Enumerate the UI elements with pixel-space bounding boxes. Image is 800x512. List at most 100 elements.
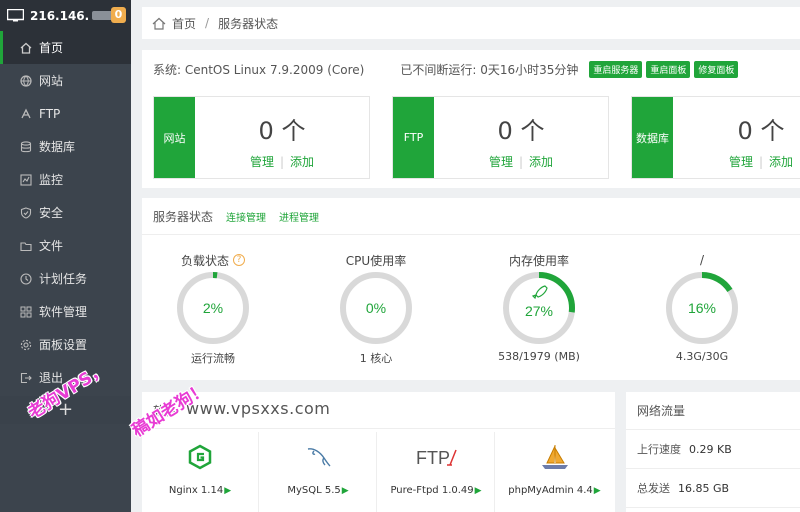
globe-icon bbox=[20, 74, 32, 87]
folder-icon bbox=[20, 241, 32, 251]
breadcrumb-current: 服务器状态 bbox=[218, 16, 279, 31]
gauge-value: 2% bbox=[203, 300, 223, 316]
server-header: 216.146. 0 bbox=[0, 0, 131, 31]
software-item-phpmyadmin[interactable]: phpMyAdmin 4.4▶ bbox=[496, 432, 613, 512]
gauge-ring: 2% bbox=[177, 272, 249, 344]
sidebar-item-settings[interactable]: 面板设置 bbox=[0, 328, 131, 361]
network-title: 网络流量 bbox=[626, 392, 800, 430]
sidebar-item-software[interactable]: 软件管理 bbox=[0, 295, 131, 328]
card-tag: 数据库 bbox=[632, 97, 673, 178]
gauge-title: / bbox=[699, 253, 705, 267]
notification-badge[interactable]: 0 bbox=[111, 7, 126, 23]
rocket-icon bbox=[531, 285, 548, 300]
gauge-bottom: 538/1979 (MB) bbox=[498, 350, 580, 363]
svg-text:FTP: FTP bbox=[416, 448, 450, 468]
divider: | bbox=[758, 155, 764, 169]
gauge-bottom: 4.3G/30G bbox=[675, 350, 729, 363]
add-shortcut-button[interactable]: + bbox=[0, 396, 131, 424]
gauge-value: 27% bbox=[525, 303, 553, 319]
sidebar-item-cron[interactable]: 计划任务 bbox=[0, 262, 131, 295]
divider bbox=[142, 428, 615, 429]
card-count: 0 个 bbox=[497, 117, 545, 145]
row-value: 16.85 GB bbox=[678, 481, 730, 495]
software-item-pureftpd[interactable]: FTP Pure-Ftpd 1.0.49▶ bbox=[378, 432, 495, 512]
sidebar-item-label: 退出 bbox=[39, 371, 64, 385]
grid-icon bbox=[20, 306, 32, 317]
sidebar-item-label: 文件 bbox=[39, 239, 64, 253]
play-icon: ▶ bbox=[224, 486, 232, 496]
website-card: 网站 0 个 管理 | 添加 bbox=[153, 96, 370, 179]
manage-link[interactable]: 管理 bbox=[729, 155, 753, 169]
nginx-icon bbox=[142, 432, 258, 482]
monitor-screen-icon bbox=[7, 9, 24, 22]
manage-link[interactable]: 管理 bbox=[250, 155, 274, 169]
network-panel: 网络流量 上行速度 0.29 KB 总发送 16.85 GB bbox=[626, 392, 800, 512]
memory-gauge[interactable]: 内存使用率 27% 538/1979 (MB) bbox=[474, 251, 604, 364]
clock-icon bbox=[20, 272, 32, 285]
restart-panel-button[interactable]: 重启面板 bbox=[646, 61, 691, 78]
connection-manage-link[interactable]: 连接管理 bbox=[226, 209, 266, 224]
play-icon: ▶ bbox=[474, 486, 482, 496]
shield-icon bbox=[20, 206, 32, 219]
add-link[interactable]: 添加 bbox=[529, 155, 553, 169]
ftp-logo-icon: FTP bbox=[378, 432, 494, 482]
sidebar-nav: 首页 网站 FTP 数据库 监控 安全 文件 计划任务 软件管理 面板设置 退出 bbox=[0, 31, 131, 394]
sidebar-item-label: 安全 bbox=[39, 206, 64, 220]
gauge-ring: 16% bbox=[666, 272, 738, 344]
row-label: 总发送 bbox=[637, 482, 670, 495]
card-tag: FTP bbox=[393, 97, 434, 178]
sidebar-item-home[interactable]: 首页 bbox=[0, 31, 131, 64]
home-icon bbox=[20, 42, 32, 54]
breadcrumb-separator: / bbox=[205, 16, 210, 30]
card-actions: 管理 | 添加 bbox=[434, 153, 608, 170]
sidebar-item-website[interactable]: 网站 bbox=[0, 64, 131, 97]
sidebar-item-logout[interactable]: 退出 bbox=[0, 361, 131, 394]
help-icon[interactable]: ? bbox=[233, 254, 245, 266]
add-link[interactable]: 添加 bbox=[290, 155, 314, 169]
load-gauge[interactable]: 负载状态? 2% 运行流畅 bbox=[148, 251, 278, 366]
software-name: Nginx 1.14▶ bbox=[142, 485, 258, 496]
add-link[interactable]: 添加 bbox=[769, 155, 793, 169]
gauge-title-text: 负载状态 bbox=[180, 253, 229, 268]
status-title: 服务器状态 bbox=[153, 209, 214, 224]
divider: | bbox=[279, 155, 285, 169]
gauge-bottom: 运行流畅 bbox=[191, 352, 235, 365]
upload-speed-row: 上行速度 0.29 KB bbox=[626, 430, 800, 469]
gauge-value: 16% bbox=[688, 300, 716, 316]
total-sent-row: 总发送 16.85 GB bbox=[626, 469, 800, 508]
software-name-text: Nginx 1.14 bbox=[168, 485, 224, 496]
sidebar-item-label: 监控 bbox=[39, 173, 64, 187]
repair-panel-button[interactable]: 修复面板 bbox=[694, 61, 739, 78]
breadcrumb-home[interactable]: 首页 bbox=[172, 15, 196, 32]
sidebar-item-security[interactable]: 安全 bbox=[0, 196, 131, 229]
disk-gauge[interactable]: / 16% 4.3G/30G bbox=[637, 251, 767, 363]
restart-server-button[interactable]: 重启服务器 bbox=[589, 61, 643, 78]
status-header: 服务器状态 连接管理 进程管理 bbox=[142, 198, 800, 235]
sidebar-item-label: 首页 bbox=[39, 41, 64, 55]
sidebar-item-ftp[interactable]: FTP bbox=[0, 97, 131, 130]
software-title: 软件 bbox=[153, 404, 178, 418]
card-actions: 管理 | 添加 bbox=[195, 153, 369, 170]
ftp-icon bbox=[21, 108, 31, 118]
database-card: 数据库 0 个 管理 | 添加 bbox=[631, 96, 800, 179]
software-item-mysql[interactable]: MySQL 5.5▶ bbox=[260, 432, 377, 512]
cpu-gauge[interactable]: CPU使用率 0% 1 核心 bbox=[311, 251, 441, 366]
breadcrumb: 首页 / 服务器状态 bbox=[142, 7, 800, 39]
watermark-url: www.vpsxxs.com bbox=[186, 399, 331, 418]
process-manage-link[interactable]: 进程管理 bbox=[279, 209, 319, 224]
system-overview: 系统: CentOS Linux 7.9.2009 (Core) 已不间断运行:… bbox=[142, 50, 800, 188]
sidebar-item-monitor[interactable]: 监控 bbox=[0, 163, 131, 196]
software-name-text: phpMyAdmin 4.4 bbox=[508, 485, 593, 496]
software-item-nginx[interactable]: Nginx 1.14▶ bbox=[142, 432, 259, 512]
manage-link[interactable]: 管理 bbox=[489, 155, 513, 169]
sidebar-item-database[interactable]: 数据库 bbox=[0, 130, 131, 163]
server-ip: 216.146. bbox=[30, 8, 90, 23]
gauge-ring: 27% bbox=[503, 272, 575, 344]
sidebar: 216.146. 0 首页 网站 FTP 数据库 监控 安全 文件 计划任务 软… bbox=[0, 0, 131, 512]
home-icon[interactable] bbox=[152, 17, 166, 30]
software-name: phpMyAdmin 4.4▶ bbox=[496, 485, 613, 496]
logout-icon bbox=[20, 372, 32, 383]
sidebar-item-files[interactable]: 文件 bbox=[0, 229, 131, 262]
card-count: 0 个 bbox=[737, 117, 785, 145]
sidebar-item-label: 网站 bbox=[39, 74, 64, 88]
